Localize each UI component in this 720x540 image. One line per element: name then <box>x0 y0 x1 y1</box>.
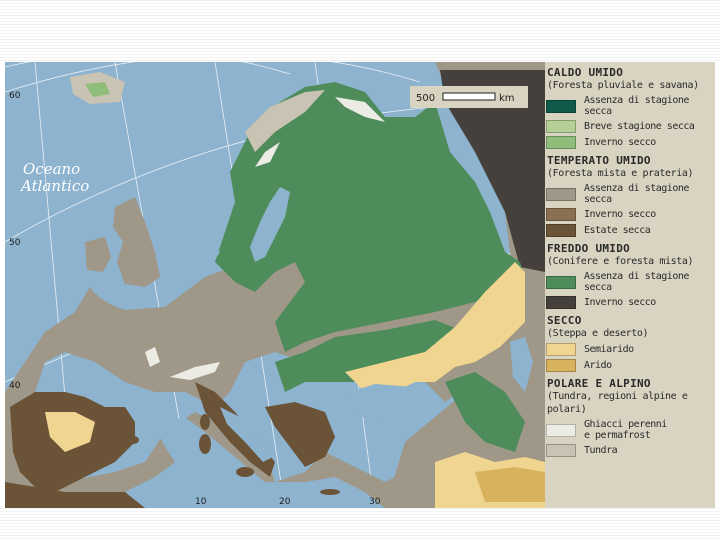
legend-group-subtitle: (Conifere e foresta mista) <box>547 256 694 267</box>
scale-value: 500 <box>416 93 435 104</box>
legend-group-title: TEMPERATO UMIDO <box>547 154 651 167</box>
legend-item-label: Assenza di stagione secca <box>584 95 689 117</box>
legend-swatch <box>546 359 576 372</box>
longitude-label-10: 10 <box>195 497 207 507</box>
legend-swatch <box>546 99 576 113</box>
legend-item-label: Inverno secco <box>584 137 656 148</box>
legend-group-subtitle: (Tundra, regioni alpine e polari) <box>547 391 688 415</box>
island-balearics <box>127 436 139 444</box>
legend-item-label: Breve stagione secca <box>584 121 695 132</box>
climate-map: Oceano Atlantico 500 km 60 50 40 10 20 3… <box>5 62 545 508</box>
legend-group-cold-humid: FREDDO UMIDO (Conifere e foresta mista) … <box>545 242 715 309</box>
legend-swatch <box>546 423 576 437</box>
ocean-label-line1: Oceano <box>23 160 80 178</box>
island-sicily <box>236 467 254 477</box>
legend-item-label: Estate secca <box>584 225 651 236</box>
legend-item: Inverno secco <box>545 296 715 309</box>
legend-panel: CALDO UMIDO (Foresta pluviale e savana) … <box>545 62 715 508</box>
latitude-label-60: 60 <box>9 91 21 101</box>
top-stripe-band <box>0 0 720 62</box>
legend-item-label: Inverno secco <box>584 297 656 308</box>
legend-item: Semiarido <box>545 343 715 356</box>
legend-item: Estate secca <box>545 224 715 237</box>
legend-item: Assenza di stagione secca <box>545 271 715 293</box>
scale-unit: km <box>499 93 515 104</box>
legend-swatch <box>546 343 576 356</box>
legend-group-subtitle: (Foresta mista e prateria) <box>547 168 694 179</box>
legend-swatch <box>546 296 576 309</box>
legend-group-title: FREDDO UMIDO <box>547 242 631 255</box>
legend-item: Assenza di stagione secca <box>545 95 715 117</box>
ocean-label-line2: Atlantico <box>19 177 89 195</box>
legend-group-title: CALDO UMIDO <box>547 66 624 79</box>
legend-item-label: Assenza di stagione secca <box>584 271 689 293</box>
legend-item: Breve stagione secca <box>545 120 715 133</box>
legend-item: Ghiacci perenni e permafrost <box>545 419 715 441</box>
legend-item: Tundra <box>545 444 715 457</box>
longitude-label-30: 30 <box>369 497 381 507</box>
legend-group-dry: SECCO (Steppa e deserto) Semiarido Arido <box>545 314 715 372</box>
legend-item-label: Arido <box>584 360 612 371</box>
legend-swatch <box>546 275 576 289</box>
scale-bar: 500 km <box>410 86 528 108</box>
legend-item-label: Ghiacci perenni e permafrost <box>584 419 667 441</box>
legend-group-polar-alpine: POLARE E ALPINO (Tundra, regioni alpine … <box>545 377 715 457</box>
legend-swatch <box>546 444 576 457</box>
longitude-label-20: 20 <box>279 497 291 507</box>
legend-group-title: POLARE E ALPINO <box>547 377 651 390</box>
legend-item-label: Semiarido <box>584 344 634 355</box>
legend-swatch <box>546 136 576 149</box>
island-crete <box>320 489 340 495</box>
legend-swatch <box>546 187 576 201</box>
region-arid <box>475 467 545 502</box>
legend-item: Assenza di stagione secca <box>545 183 715 205</box>
legend-group-temperate-humid: TEMPERATO UMIDO (Foresta mista e prateri… <box>545 154 715 237</box>
legend-item-label: Tundra <box>584 445 618 456</box>
legend-item: Arido <box>545 359 715 372</box>
legend-swatch <box>546 224 576 237</box>
legend-group-subtitle: (Steppa e deserto) <box>547 328 649 339</box>
island-corsica <box>200 414 210 430</box>
legend-group-title: SECCO <box>547 314 582 327</box>
latitude-label-40: 40 <box>9 381 21 391</box>
legend-swatch <box>546 120 576 133</box>
legend-group-subtitle: (Foresta pluviale e savana) <box>547 80 699 91</box>
scale-bar-segment <box>442 92 496 101</box>
island-sardinia <box>199 434 211 454</box>
legend-item-label: Inverno secco <box>584 209 656 220</box>
bottom-stripe-band <box>0 508 720 540</box>
legend-item: Inverno secco <box>545 136 715 149</box>
latitude-label-50: 50 <box>9 238 21 248</box>
legend-swatch <box>546 208 576 221</box>
legend-group-hot-humid: CALDO UMIDO (Foresta pluviale e savana) … <box>545 66 715 149</box>
legend-item-label: Assenza di stagione secca <box>584 183 689 205</box>
legend-item: Inverno secco <box>545 208 715 221</box>
